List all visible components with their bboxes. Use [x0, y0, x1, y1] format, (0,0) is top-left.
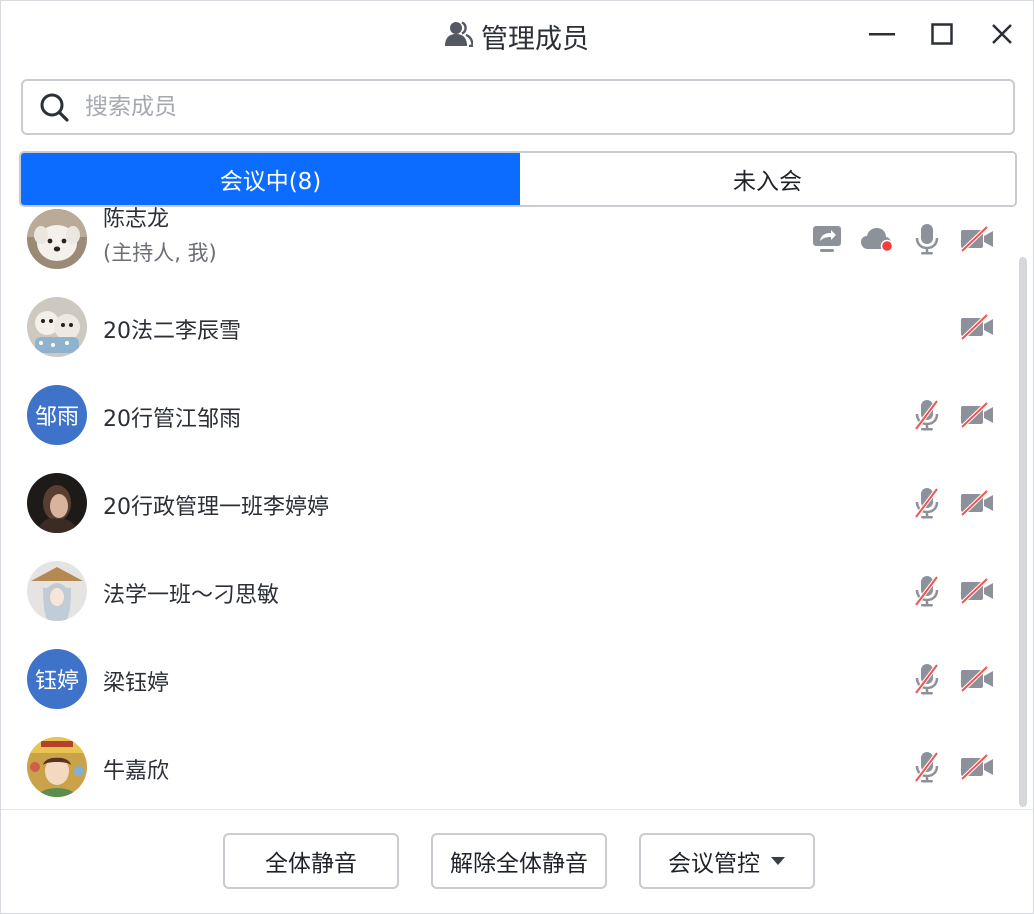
member-name: 牛嘉欣 — [103, 759, 170, 784]
mute-all-button[interactable]: 全体静音 — [223, 833, 399, 889]
people-icon — [445, 21, 474, 54]
dog-photo-avatar — [27, 209, 87, 269]
minimize-icon — [869, 33, 895, 36]
minimize-button[interactable] — [865, 19, 899, 49]
camera-off-icon[interactable] — [959, 397, 995, 433]
maximize-button[interactable] — [925, 19, 959, 49]
list-scrollbar[interactable] — [1019, 257, 1027, 807]
close-icon — [992, 24, 1012, 44]
member-name: 陈志龙 — [103, 207, 170, 232]
caret-down-icon — [770, 856, 786, 866]
member-status-icons — [909, 573, 995, 609]
camera-off-icon[interactable] — [959, 573, 995, 609]
meeting-control-button[interactable]: 会议管控 — [639, 833, 815, 889]
portrait-photo-avatar — [27, 473, 87, 533]
member-tabs: 会议中(8) 未入会 — [19, 151, 1017, 207]
camera-off-icon[interactable] — [959, 221, 995, 257]
member-row[interactable]: 陈志龙 (主持人, 我) — [1, 207, 1017, 289]
title-text: 管理成员 — [481, 24, 589, 55]
member-status-icons — [959, 309, 995, 345]
member-row[interactable]: 邹雨 20行管江邹雨 — [1, 371, 1017, 459]
tab-not-joined[interactable]: 未入会 — [520, 153, 1015, 205]
microphone-muted-icon[interactable] — [909, 397, 945, 433]
unmute-all-button[interactable]: 解除全体静音 — [431, 833, 607, 889]
illustration-photo-avatar — [27, 561, 87, 621]
camera-off-icon[interactable] — [959, 661, 995, 697]
search-icon — [39, 92, 69, 122]
microphone-muted-icon[interactable] — [909, 749, 945, 785]
camera-off-icon[interactable] — [959, 309, 995, 345]
title-bar: 管理成员 — [1, 1, 1033, 71]
member-status-icons — [909, 485, 995, 521]
member-name: 梁钰婷 — [103, 671, 170, 696]
camera-off-icon[interactable] — [959, 485, 995, 521]
member-name: 20法二李辰雪 — [103, 319, 241, 344]
microphone-muted-icon[interactable] — [909, 485, 945, 521]
member-row[interactable]: 20法二李辰雪 — [1, 283, 1017, 371]
colorful-photo-avatar — [27, 737, 87, 797]
member-row[interactable]: 法学一班～刁思敏 — [1, 547, 1017, 635]
member-row[interactable]: 牛嘉欣 — [1, 723, 1017, 809]
member-name: 20行管江邹雨 — [103, 407, 241, 432]
member-name: 20行政管理一班李婷婷 — [103, 495, 329, 520]
cloud-record-icon[interactable] — [859, 221, 895, 257]
microphone-muted-icon[interactable] — [909, 573, 945, 609]
member-role: (主持人, 我) — [103, 241, 217, 265]
member-name: 法学一班～刁思敏 — [103, 583, 280, 608]
text-avatar: 邹雨 — [27, 385, 87, 445]
footer-divider — [1, 809, 1033, 810]
text-avatar: 钰婷 — [27, 649, 87, 709]
microphone-icon[interactable] — [909, 221, 945, 257]
member-list: 陈志龙 (主持人, 我) 20法二李辰雪 邹雨 20行管江邹雨 20行政管理一班… — [1, 207, 1017, 809]
member-status-icons — [809, 221, 995, 257]
plush-toy-photo-avatar — [27, 297, 87, 357]
meeting-control-label: 会议管控 — [668, 851, 760, 877]
manage-members-window: 管理成员 会议中(8) 未入会 — [0, 0, 1034, 914]
camera-off-icon[interactable] — [959, 749, 995, 785]
member-status-icons — [909, 661, 995, 697]
member-row[interactable]: 钰婷 梁钰婷 — [1, 635, 1017, 723]
maximize-icon — [931, 23, 953, 45]
close-button[interactable] — [985, 19, 1019, 49]
member-status-icons — [909, 397, 995, 433]
tab-in-meeting[interactable]: 会议中(8) — [21, 153, 520, 205]
member-status-icons — [909, 749, 995, 785]
member-row[interactable]: 20行政管理一班李婷婷 — [1, 459, 1017, 547]
search-input[interactable] — [85, 94, 945, 120]
search-box[interactable] — [21, 79, 1015, 135]
screen-share-icon[interactable] — [809, 221, 845, 257]
microphone-muted-icon[interactable] — [909, 661, 945, 697]
